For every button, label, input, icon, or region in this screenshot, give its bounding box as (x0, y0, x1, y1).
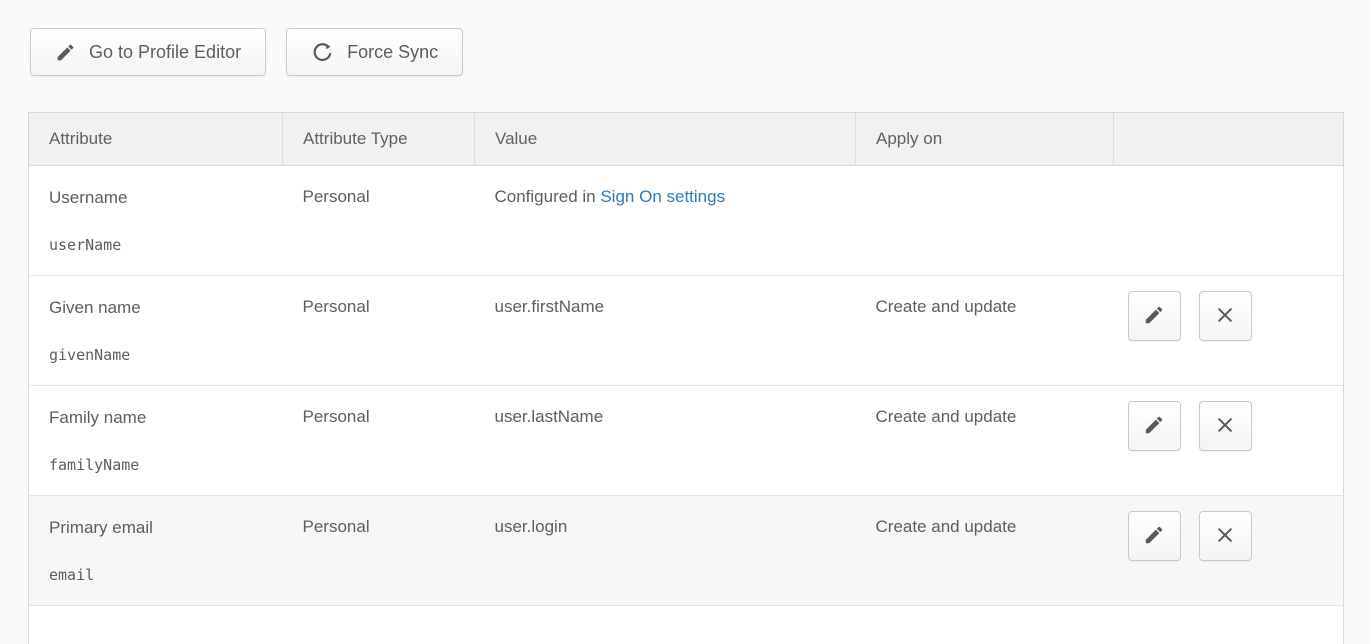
attribute-type-cell: Personal (283, 276, 475, 386)
table-row-username: Username userName Personal Configured in… (29, 166, 1344, 276)
apply-on-cell: Create and update (856, 386, 1114, 496)
column-header-attribute: Attribute (29, 113, 283, 166)
pencil-icon (55, 42, 76, 63)
actions-cell (1114, 496, 1344, 606)
column-header-apply-on: Apply on (856, 113, 1114, 166)
value-cell: user.login (475, 496, 856, 606)
attribute-variable-name: givenName (49, 346, 273, 364)
attribute-variable-name: email (49, 566, 273, 584)
column-header-value: Value (475, 113, 856, 166)
force-sync-button[interactable]: Force Sync (286, 28, 463, 76)
attribute-type-cell: Personal (283, 386, 475, 496)
attribute-type-cell: Personal (283, 496, 475, 606)
value-cell: user.lastName (475, 386, 856, 496)
table-row-partial (29, 606, 1344, 644)
sign-on-settings-link[interactable]: Sign On settings (600, 187, 725, 206)
table-row-primary-email: Primary email email Personal user.login … (29, 496, 1344, 606)
column-header-actions (1114, 113, 1344, 166)
delete-attribute-button[interactable] (1199, 291, 1252, 341)
attribute-label: Family name (49, 407, 273, 428)
go-to-profile-editor-label: Go to Profile Editor (89, 42, 241, 63)
force-sync-label: Force Sync (347, 42, 438, 63)
table-header: Attribute Attribute Type Value Apply on (29, 113, 1344, 166)
delete-attribute-button[interactable] (1199, 511, 1252, 561)
value-cell: Configured in Sign On settings (475, 166, 856, 276)
attribute-variable-name: familyName (49, 456, 273, 474)
table-row-family-name: Family name familyName Personal user.las… (29, 386, 1344, 496)
x-icon (1215, 525, 1235, 548)
actions-cell (1114, 166, 1344, 276)
apply-on-cell: Create and update (856, 276, 1114, 386)
toolbar: Go to Profile Editor Force Sync (30, 28, 1370, 76)
attribute-table: Attribute Attribute Type Value Apply on … (28, 112, 1344, 644)
attribute-variable-name: userName (49, 236, 273, 254)
edit-attribute-button[interactable] (1128, 291, 1181, 341)
x-icon (1215, 305, 1235, 328)
value-cell: user.firstName (475, 276, 856, 386)
x-icon (1215, 415, 1235, 438)
pencil-icon (1143, 304, 1165, 329)
actions-cell (1114, 386, 1344, 496)
value-prefix-text: Configured in (495, 187, 601, 206)
pencil-icon (1143, 524, 1165, 549)
pencil-icon (1143, 414, 1165, 439)
attribute-label: Primary email (49, 517, 273, 538)
edit-attribute-button[interactable] (1128, 401, 1181, 451)
attribute-mappings-page: Go to Profile Editor Force Sync Attribut… (0, 0, 1370, 644)
attribute-label: Username (49, 187, 273, 208)
apply-on-cell: Create and update (856, 496, 1114, 606)
go-to-profile-editor-button[interactable]: Go to Profile Editor (30, 28, 266, 76)
attribute-label: Given name (49, 297, 273, 318)
attribute-type-cell: Personal (283, 166, 475, 276)
delete-attribute-button[interactable] (1199, 401, 1252, 451)
actions-cell (1114, 276, 1344, 386)
column-header-attribute-type: Attribute Type (283, 113, 475, 166)
apply-on-cell (856, 166, 1114, 276)
edit-attribute-button[interactable] (1128, 511, 1181, 561)
attribute-table-container: Attribute Attribute Type Value Apply on … (28, 112, 1370, 644)
refresh-icon (311, 41, 334, 64)
table-row-given-name: Given name givenName Personal user.first… (29, 276, 1344, 386)
